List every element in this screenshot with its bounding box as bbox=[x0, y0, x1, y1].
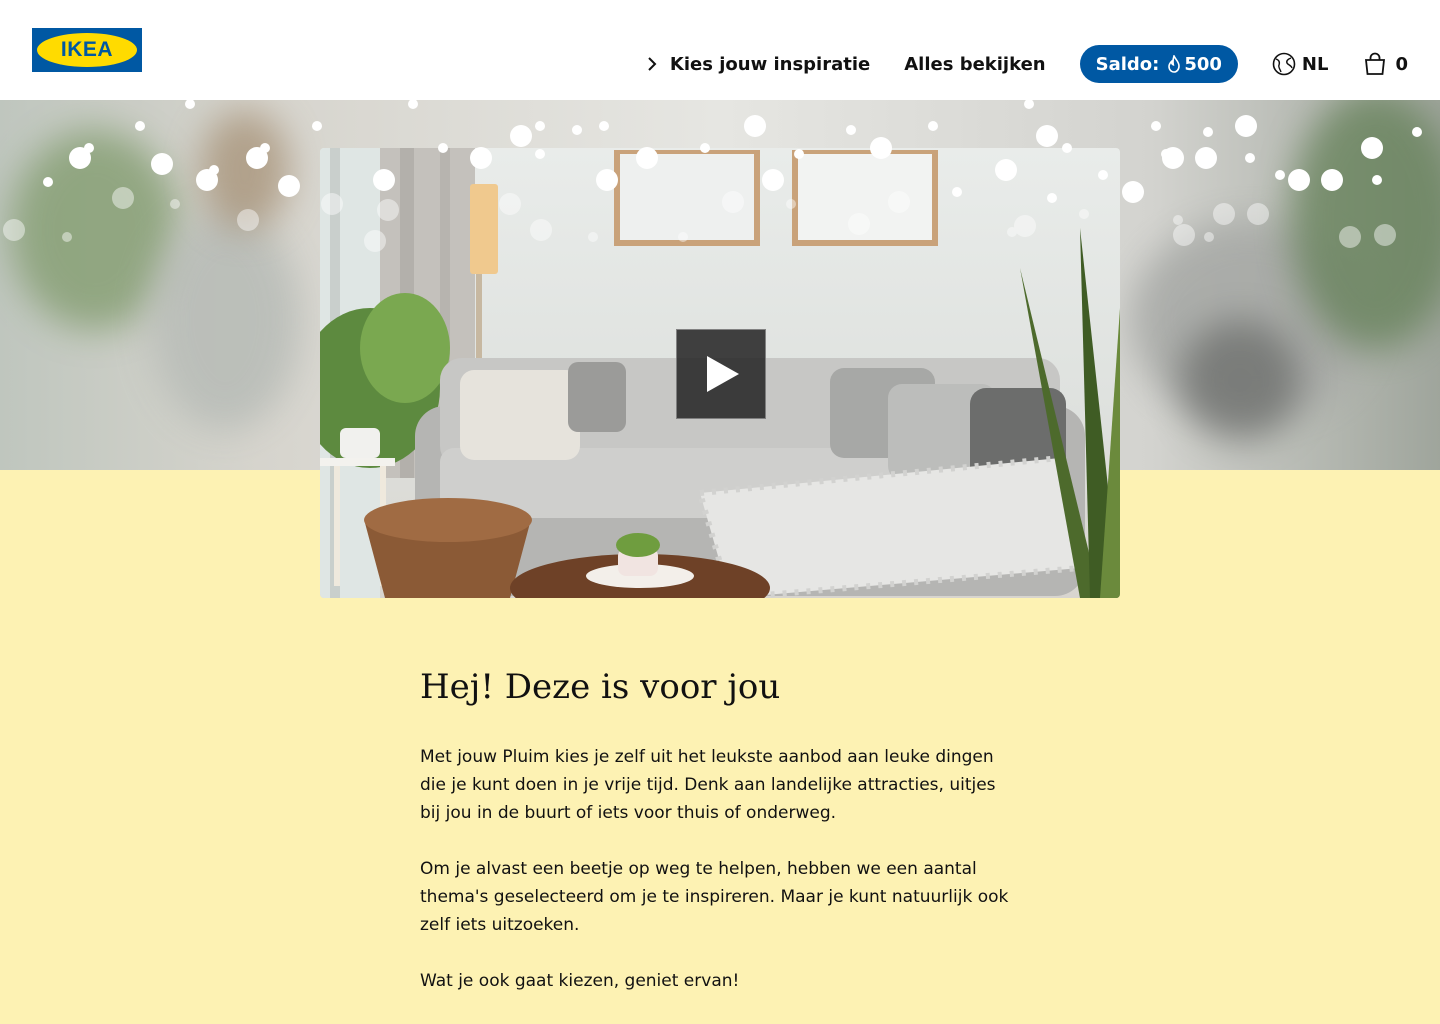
flame-icon bbox=[1168, 55, 1181, 73]
language-label: NL bbox=[1301, 53, 1329, 75]
play-button[interactable] bbox=[676, 329, 766, 419]
logo-text: IKEA bbox=[37, 33, 137, 67]
globe-icon bbox=[1272, 52, 1296, 76]
saldo-amount: 500 bbox=[1184, 53, 1222, 75]
intro-paragraph-1: Met jouw Pluim kies je zelf uit het leuk… bbox=[420, 747, 996, 823]
saldo-label: Saldo: bbox=[1095, 53, 1160, 75]
cart-button[interactable]: 0 bbox=[1364, 52, 1408, 76]
nav-inspiratie-label: Kies jouw inspiratie bbox=[669, 53, 871, 75]
play-icon bbox=[707, 356, 739, 392]
nav-alles-label: Alles bekijken bbox=[904, 53, 1046, 75]
ikea-logo[interactable]: IKEA bbox=[32, 28, 142, 72]
shopping-bag-icon bbox=[1365, 52, 1386, 75]
nav-inspiratie-link[interactable]: Kies jouw inspiratie bbox=[644, 54, 870, 75]
site-header: IKEA Kies jouw inspiratie Alles bekijken… bbox=[0, 0, 1440, 100]
intro-paragraph-2: Om je alvast een beetje op weg te helpen… bbox=[420, 859, 1009, 935]
cart-count: 0 bbox=[1395, 53, 1408, 75]
inspiration-video[interactable] bbox=[320, 148, 1120, 598]
page-title: Hej! Deze is voor jou bbox=[420, 667, 781, 707]
intro-content: Hej! Deze is voor jou Met jouw Pluim kie… bbox=[420, 665, 1020, 1023]
language-selector[interactable]: NL bbox=[1272, 52, 1329, 76]
main-nav: Kies jouw inspiratie Alles bekijken Sald… bbox=[644, 45, 1408, 83]
nav-alles-link[interactable]: Alles bekijken bbox=[904, 54, 1045, 75]
saldo-button[interactable]: Saldo: 500 bbox=[1079, 45, 1238, 83]
chevron-right-icon bbox=[648, 57, 657, 71]
intro-paragraph-3: Wat je ook gaat kiezen, geniet ervan! bbox=[420, 971, 740, 991]
